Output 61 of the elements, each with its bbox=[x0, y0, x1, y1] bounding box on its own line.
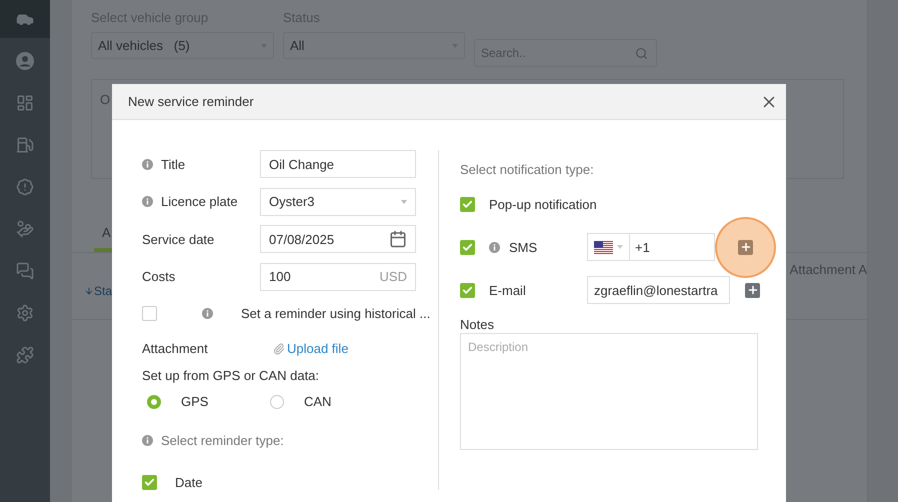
radio-label: CAN bbox=[304, 394, 332, 409]
field-label: Licence plate bbox=[161, 194, 238, 209]
column-header[interactable]: Attachment A bbox=[790, 262, 867, 319]
puzzle-icon bbox=[16, 346, 34, 364]
checkbox-label: E-mail bbox=[489, 282, 526, 298]
radio-button[interactable] bbox=[270, 394, 284, 408]
sort-icon bbox=[84, 286, 94, 296]
info-icon bbox=[142, 196, 153, 207]
checkbox[interactable] bbox=[460, 240, 475, 254]
checkbox[interactable] bbox=[142, 475, 157, 490]
field-label: Notes bbox=[460, 317, 495, 332]
search-icon bbox=[635, 46, 648, 60]
section-label: Select notification type: bbox=[460, 162, 595, 177]
currency-label: USD bbox=[380, 269, 407, 284]
paperclip-icon bbox=[273, 342, 285, 354]
card-label: O bbox=[100, 92, 110, 107]
field-label: Title bbox=[161, 156, 186, 172]
checkbox[interactable] bbox=[460, 282, 475, 298]
user-icon bbox=[16, 52, 34, 70]
fuel-icon bbox=[16, 136, 34, 154]
checkbox[interactable] bbox=[142, 306, 157, 321]
section-label: Select reminder type: bbox=[161, 433, 284, 448]
checkbox[interactable] bbox=[460, 196, 475, 212]
field-label: Attachment bbox=[142, 341, 209, 356]
settings-icon bbox=[16, 304, 34, 322]
caret-icon bbox=[617, 245, 623, 249]
caret-icon bbox=[401, 200, 407, 204]
phone-field[interactable]: +1 bbox=[587, 233, 715, 261]
alert-icon bbox=[16, 178, 34, 196]
info-icon bbox=[142, 435, 153, 446]
dashboard-icon bbox=[16, 94, 34, 112]
sidebar-item[interactable] bbox=[0, 0, 50, 38]
licence-plate-select[interactable]: Oyster3 bbox=[260, 188, 416, 216]
field-label: Service date bbox=[142, 232, 214, 246]
status-select[interactable]: All bbox=[283, 32, 465, 59]
radio-button[interactable] bbox=[147, 394, 161, 408]
checkbox-label: Set a reminder using historical ... bbox=[241, 306, 430, 321]
date-field[interactable]: 07/08/2025 bbox=[260, 225, 416, 253]
notes-field[interactable]: Description bbox=[460, 333, 758, 450]
field-label: Costs bbox=[142, 269, 176, 284]
dialog-title: New service reminder bbox=[128, 94, 254, 109]
info-icon bbox=[202, 308, 213, 319]
checkbox-label: Pop-up notification bbox=[489, 196, 597, 212]
info-icon bbox=[142, 158, 153, 170]
section-label: Set up from GPS or CAN data: bbox=[142, 368, 320, 383]
info-icon bbox=[489, 242, 500, 252]
input-field[interactable]: 100 USD bbox=[260, 262, 416, 290]
calendar-icon[interactable] bbox=[389, 230, 407, 248]
add-button[interactable] bbox=[738, 240, 753, 254]
email-field[interactable]: zgraeflin@lonestartra bbox=[587, 276, 730, 304]
radio-label: GPS bbox=[181, 394, 210, 409]
upload-link[interactable]: Upload file bbox=[273, 341, 348, 356]
input-field[interactable]: Oil Change bbox=[260, 150, 416, 178]
chat-icon bbox=[16, 262, 34, 280]
add-button[interactable] bbox=[745, 282, 760, 298]
column-header[interactable]: Sta bbox=[94, 284, 112, 298]
hand-coins-icon bbox=[16, 220, 34, 238]
checkbox-label: Date bbox=[175, 475, 202, 490]
vehicle-group-select[interactable]: All vehicles (5) bbox=[91, 32, 274, 59]
us-flag-icon bbox=[594, 240, 613, 254]
checkbox-label: SMS bbox=[509, 240, 538, 254]
